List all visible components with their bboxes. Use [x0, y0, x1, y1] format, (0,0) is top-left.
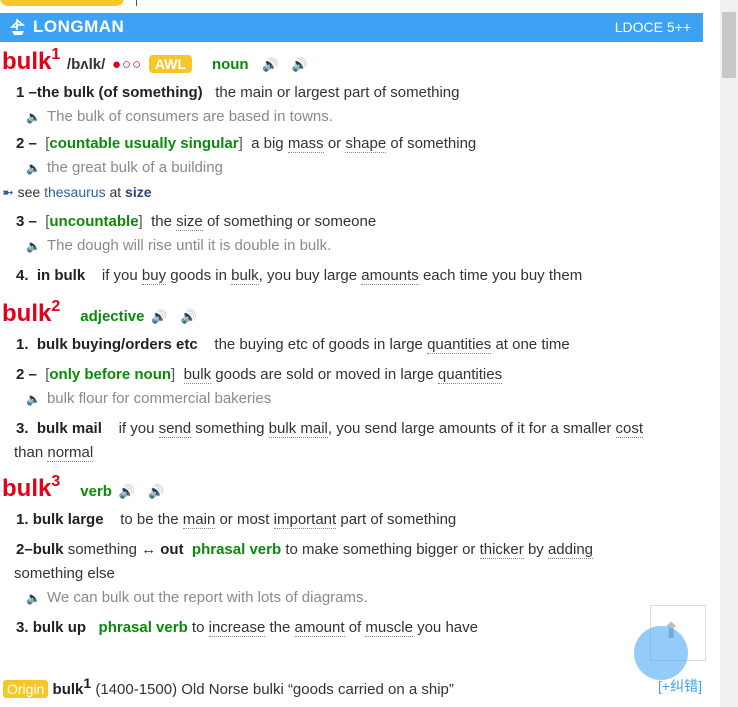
example: 🔈 The dough will rise until it is double … [26, 237, 332, 254]
origin-tag: Origin [3, 680, 49, 698]
entry-header: bulk3 verb 🔊 🔊 [0, 471, 718, 505]
sense: 2 – [countable usually singular] a big m… [16, 129, 718, 180]
awl-badge: AWL [148, 55, 192, 73]
homograph-number: 2 [51, 298, 61, 315]
thesaurus-crossref: ➼ see thesaurus at size [2, 184, 152, 200]
feedback-link[interactable]: [+纠错] [658, 676, 702, 696]
speaker-british-icon[interactable]: 🔊 [119, 484, 135, 499]
lexical-unit: bulk large [32, 511, 104, 528]
speaker-british-icon[interactable]: 🔊 [262, 57, 278, 72]
homograph-number: 3 [51, 473, 61, 490]
definition: the size of something or someone [151, 213, 377, 231]
origin-homograph-number: 1 [83, 675, 92, 691]
thesaurus-link[interactable]: thesaurus [44, 184, 105, 200]
sense: 2–bulk something ↔ out phrasal verb to m… [0, 532, 718, 610]
homograph-number: 1 [51, 46, 61, 63]
lexical-unit: bulk up [32, 619, 87, 636]
example: 🔈 We can bulk out the report with lots of… [26, 589, 368, 606]
speaker-american-icon[interactable]: 🔊 [181, 309, 197, 324]
grammar-label: uncountable [49, 213, 139, 230]
part-of-speech: noun [211, 56, 249, 73]
definition: the main or largest part of something [215, 84, 460, 101]
grammar-label: only before noun [49, 366, 172, 383]
entry-header: bulk2 adjective 🔊 🔊 [0, 296, 718, 330]
entry-header: bulk1 /bʌlk/ ●○○ AWL noun 🔊 🔊 [0, 44, 718, 78]
definition: bulk goods are sold or moved in large qu… [183, 366, 503, 384]
lexical-unit: the bulk (of something) [36, 84, 203, 101]
speaker-american-icon[interactable]: 🔊 [291, 57, 307, 72]
thesaurus-target-link[interactable]: size [125, 184, 151, 200]
headword: bulk2 adjective 🔊 🔊 [2, 298, 197, 327]
definition: to be the main or most important part of… [120, 511, 457, 529]
search-tag[interactable] [0, 0, 124, 6]
origin-headword: bulk [52, 681, 84, 698]
sense: 2 – [only before noun] bulk goods are so… [16, 357, 718, 411]
definition: to increase the amount of muscle you hav… [191, 619, 478, 637]
example: 🔈 The bulk of consumers are based in town… [26, 108, 333, 125]
part-of-speech: adjective [80, 308, 145, 325]
grammar-label: phrasal verb [98, 619, 188, 636]
scrollbar[interactable] [720, 0, 738, 707]
speaker-british-icon[interactable]: 🔊 [151, 309, 167, 324]
definition: to make something bigger or thicker by a… [285, 541, 594, 559]
example-speaker-icon[interactable]: 🔈 [26, 591, 41, 605]
speaker-american-icon[interactable]: 🔊 [148, 484, 164, 499]
example: 🔈 bulk flour for commercial bakeries [26, 390, 272, 407]
definition: if you send something bulk mail, you sen… [118, 420, 644, 438]
sense: 3. bulk up phrasal verb to increase the … [16, 619, 478, 637]
headword: bulk3 verb 🔊 🔊 [2, 473, 165, 502]
origin-row: Origin bulk1 (1400-1500) Old Norse bulki… [3, 675, 454, 698]
definition: a big mass or shape of something [251, 135, 477, 153]
lexical-unit: bulk buying/orders etc [36, 336, 198, 353]
grammar-label: phrasal verb [191, 541, 282, 558]
example-speaker-icon[interactable]: 🔈 [26, 110, 41, 124]
lexical-unit: bulk [32, 541, 64, 558]
example-speaker-icon[interactable]: 🔈 [26, 239, 41, 253]
sense: 1 –the bulk (of something) the main or l… [16, 78, 718, 129]
part-of-speech: verb [80, 483, 112, 500]
lexical-unit: in bulk [36, 267, 86, 284]
example: 🔈 the great bulk of a building [26, 159, 223, 176]
top-strip [0, 0, 720, 12]
scrollbar-thumb[interactable] [722, 12, 736, 78]
entry-content: bulk1 /bʌlk/ ●○○ AWL noun 🔊 🔊 1 –the bul… [0, 44, 718, 640]
lexical-unit: bulk mail [36, 420, 102, 437]
frequency-dots: ●○○ [111, 56, 143, 73]
ship-icon [8, 17, 28, 42]
example-speaker-icon[interactable]: 🔈 [26, 392, 41, 406]
sense: 3 – [uncountable] the size of something … [16, 204, 718, 258]
pronunciation: /bʌlk/ [66, 56, 106, 73]
definition: the buying etc of goods in large quantit… [214, 336, 570, 354]
sense: 4. in bulk if you buy goods in bulk, you… [16, 267, 583, 285]
edition-label: LDOCE 5++ [614, 19, 691, 35]
brand-name: LONGMAN [33, 17, 125, 36]
dictionary-banner: LONGMAN LDOCE 5++ [0, 13, 703, 42]
headword: bulk1 /bʌlk/ ●○○ AWL noun 🔊 🔊 [2, 46, 308, 75]
sense: 3. bulk mail if you send something bulk … [14, 420, 644, 462]
example-speaker-icon[interactable]: 🔈 [26, 161, 41, 175]
crossref-arrow-icon: ➼ [2, 184, 14, 200]
text-cursor [136, 0, 137, 6]
floating-logo-button[interactable] [634, 626, 688, 680]
sense: 1. bulk large to be the main or most imp… [16, 511, 457, 529]
origin-text: (1400-1500) Old Norse bulki “goods carri… [95, 681, 454, 698]
grammar-label: countable usually singular [49, 135, 239, 152]
sense: 1. bulk buying/orders etc the buying etc… [16, 336, 570, 354]
definition: if you buy goods in bulk, you buy large … [101, 267, 583, 285]
